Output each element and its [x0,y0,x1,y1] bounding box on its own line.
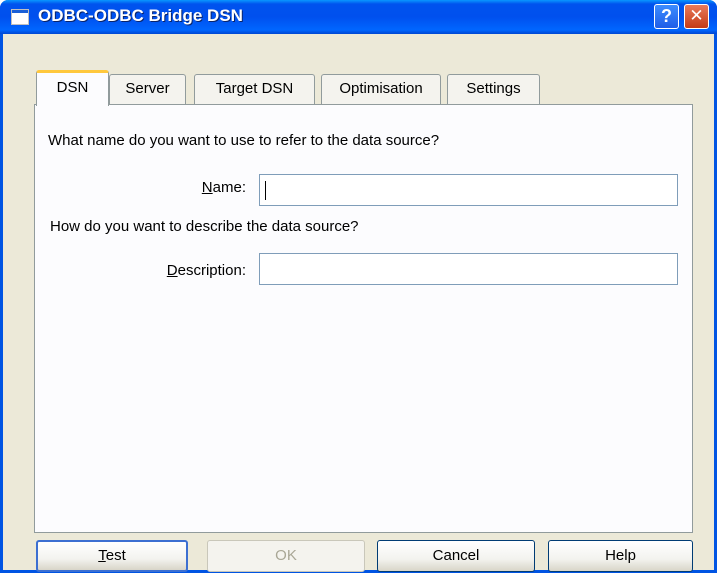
test-mnemonic: T [98,547,106,564]
description-label-rest: escription: [177,262,246,279]
tab-label: Optimisation [339,80,423,97]
tab-dsn[interactable]: DSN [36,70,109,106]
close-icon[interactable]: ✕ [684,4,709,29]
name-label-mnemonic: N [201,179,213,196]
name-input[interactable] [259,174,678,206]
tab-settings[interactable]: Settings [447,74,540,104]
description-label-mnemonic: D [166,262,178,279]
tab-label: Settings [466,80,521,97]
tab-target-dsn[interactable]: Target DSN [194,74,315,104]
name-label-rest: ame: [212,179,246,196]
tab-server[interactable]: Server [109,74,186,104]
ok-button[interactable]: OK [207,540,365,572]
tab-label: Server [125,80,170,97]
description-label: Description: [120,262,246,279]
tab-label: Target DSN [215,80,294,97]
name-question: What name do you want to use to refer to… [48,132,440,149]
help-title-button[interactable]: ? [654,4,679,29]
title-bar[interactable]: ODBC-ODBC Bridge DSN ? ✕ [0,0,717,34]
description-question: How do you want to describe the data sou… [50,218,359,235]
window-title: ODBC-ODBC Bridge DSN [38,6,243,25]
test-label-rest: est [105,547,126,564]
help-button[interactable]: Help [548,540,693,572]
tab-optimisation[interactable]: Optimisation [321,74,441,104]
description-input[interactable] [259,253,678,285]
text-caret [265,181,266,200]
tab-panel-dsn [34,104,693,533]
test-button[interactable]: Test [36,540,188,572]
tab-label: DSN [56,79,89,96]
name-label: Name: [160,179,246,196]
cancel-button[interactable]: Cancel [377,540,535,572]
window-icon [11,9,29,25]
